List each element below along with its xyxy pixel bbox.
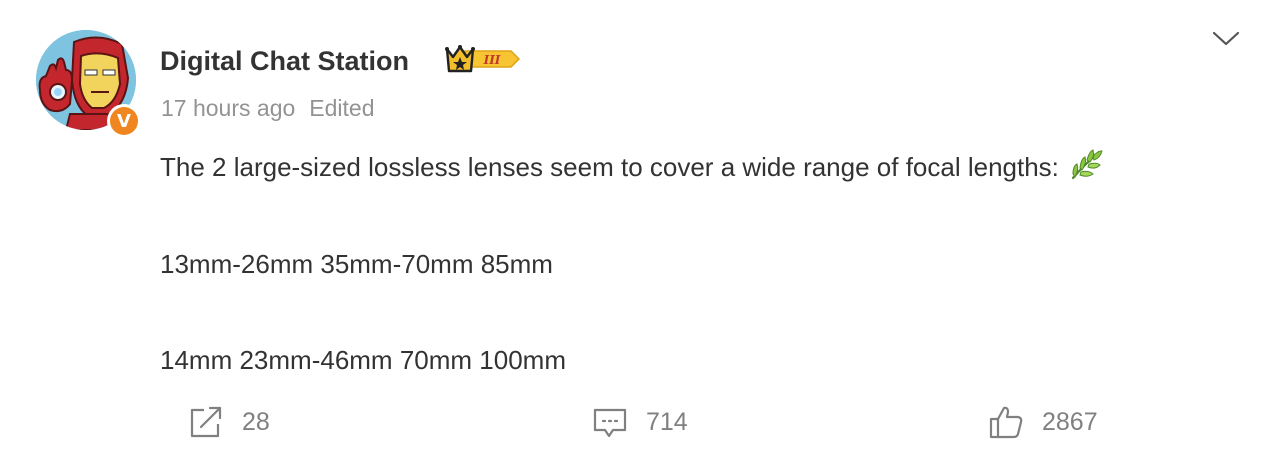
rank-badge[interactable]: III — [443, 43, 523, 80]
share-icon — [190, 406, 222, 438]
verified-badge: V — [107, 104, 141, 138]
comment-count: 714 — [646, 407, 688, 436]
share-button[interactable]: 28 — [188, 404, 270, 440]
author-name[interactable]: Digital Chat Station — [160, 44, 409, 78]
verified-v-icon: V — [110, 107, 138, 135]
crown-rank-icon: III — [445, 45, 521, 73]
thumbs-up-icon — [989, 406, 1023, 439]
post-meta: 17 hours ago Edited — [161, 93, 375, 123]
post-timestamp[interactable]: 17 hours ago — [161, 95, 295, 121]
post-text-line-1: The 2 large-sized lossless lenses seem t… — [160, 148, 1103, 191]
more-options-button[interactable] — [1210, 28, 1242, 50]
sprout-icon — [1067, 148, 1103, 191]
comment-button[interactable]: 714 — [592, 404, 688, 440]
edited-label[interactable]: Edited — [309, 95, 374, 121]
post-text-line-2: 13mm-26mm 35mm-70mm 85mm — [160, 249, 553, 279]
like-button[interactable]: 2867 — [988, 404, 1098, 440]
weibo-post-card: V Digital Chat Station III 17 hours ago E… — [0, 0, 1276, 458]
post-text-line-3: 14mm 23mm-46mm 70mm 100mm — [160, 345, 566, 375]
like-count: 2867 — [1042, 407, 1098, 436]
rank-badge-text: III — [483, 53, 501, 67]
comment-icon — [593, 408, 627, 438]
share-count: 28 — [242, 407, 270, 436]
chevron-down-icon — [1212, 31, 1240, 46]
